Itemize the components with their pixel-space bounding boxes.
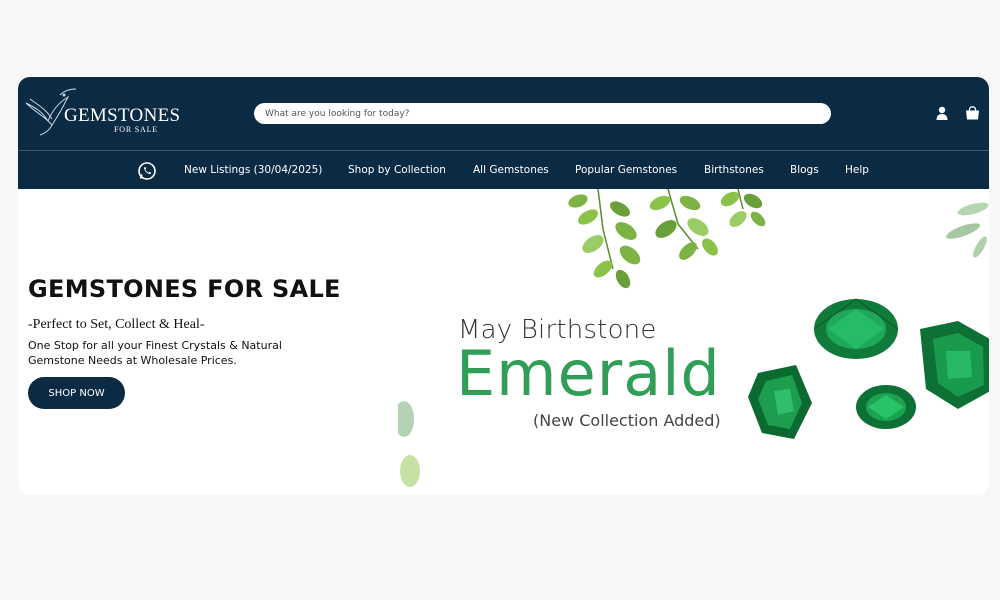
hero-description: One Stop for all your Finest Crystals & … <box>28 339 282 367</box>
banner-headline: Emerald <box>456 337 721 410</box>
nav-item-all-gemstones[interactable]: All Gemstones <box>473 164 549 176</box>
logo-subtext: FOR SALE <box>114 125 158 134</box>
nav-item-popular-gemstones[interactable]: Popular Gemstones <box>575 164 677 176</box>
cart-icon[interactable] <box>963 104 981 122</box>
main-nav: New Listings (30/04/2025) Shop by Collec… <box>18 150 989 189</box>
page-card: GEMSTONES FOR SALE New Listings (30/04/2… <box>18 77 989 495</box>
nav-item-birthstones[interactable]: Birthstones <box>704 164 764 176</box>
shop-now-button[interactable]: SHOP NOW <box>28 377 125 409</box>
emerald-gems-illustration <box>748 298 989 439</box>
emerald-banner[interactable]: May Birthstone Emerald (New Collection A… <box>398 189 989 495</box>
logo-wordmark: GEMSTONES <box>64 105 181 126</box>
account-icon[interactable] <box>933 104 951 122</box>
site-header: GEMSTONES FOR SALE <box>18 77 989 150</box>
banner-note: (New Collection Added) <box>533 411 721 430</box>
search-input[interactable] <box>254 103 831 124</box>
nav-item-blogs[interactable]: Blogs <box>790 164 819 176</box>
nav-item-help[interactable]: Help <box>845 164 869 176</box>
hero-text-panel: GEMSTONES FOR SALE -Perfect to Set, Coll… <box>18 189 398 495</box>
nav-item-shop-by-collection[interactable]: Shop by Collection <box>348 164 446 176</box>
whatsapp-icon[interactable] <box>137 161 157 181</box>
nav-item-new-listings[interactable]: New Listings (30/04/2025) <box>184 164 322 176</box>
site-logo[interactable]: GEMSTONES FOR SALE <box>20 81 180 141</box>
hero-title: GEMSTONES FOR SALE <box>28 275 341 303</box>
hero-tagline: -Perfect to Set, Collect & Heal- <box>28 317 205 332</box>
